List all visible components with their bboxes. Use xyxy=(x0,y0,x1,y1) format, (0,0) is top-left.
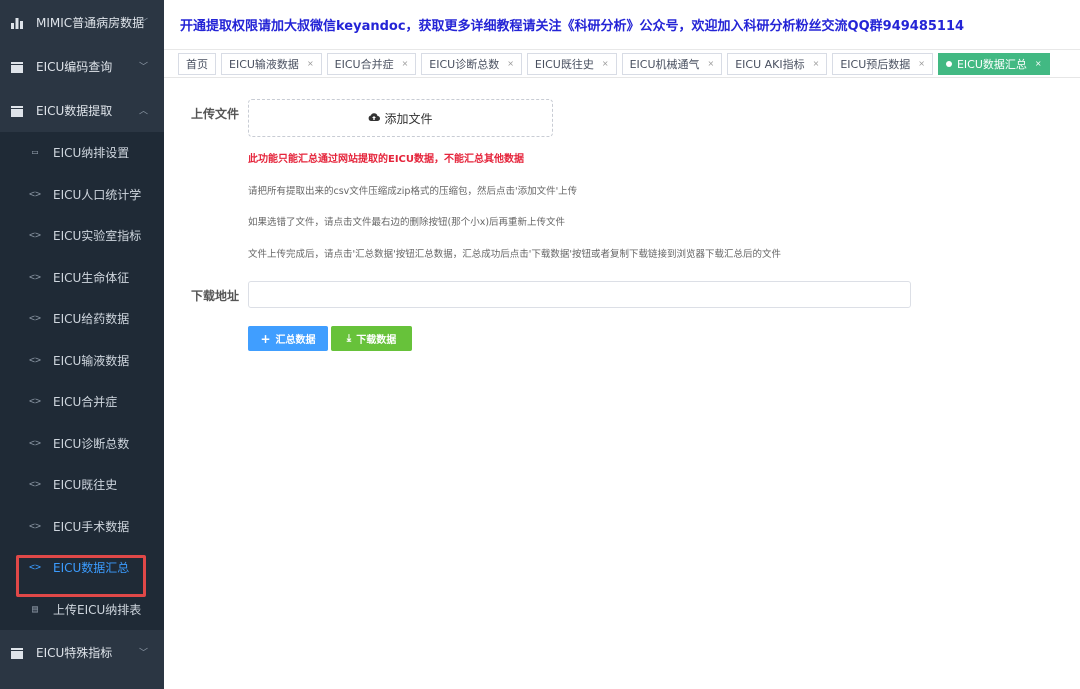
sidebar-item-history[interactable]: <> EICU既往史 xyxy=(0,464,164,506)
chevron-up-icon: ︿ xyxy=(138,106,148,117)
folder-icon xyxy=(10,645,24,659)
download-label: 下载地址 xyxy=(191,289,240,303)
sidebar-item-data-summary[interactable]: <> EICU数据汇总 xyxy=(0,547,164,589)
tab-prognosis[interactable]: EICU预后数据 × xyxy=(832,52,933,75)
close-icon[interactable]: × xyxy=(708,59,715,68)
sidebar-group-eicu-code[interactable]: EICU编码查询 ﹀ xyxy=(0,44,164,88)
sidebar-item-medication[interactable]: <> EICU给药数据 xyxy=(0,298,164,340)
add-file-button[interactable]: 添加文件 xyxy=(248,99,553,137)
close-icon[interactable]: × xyxy=(1035,59,1042,68)
close-icon[interactable]: × xyxy=(402,59,409,68)
tab-label: EICU合并症 xyxy=(334,57,394,71)
download-url-input[interactable] xyxy=(248,281,911,308)
sidebar-item-infusion[interactable]: <> EICU输液数据 xyxy=(0,340,164,382)
close-icon[interactable]: × xyxy=(307,59,314,68)
tab-ventilation[interactable]: EICU机械通气 × xyxy=(621,52,723,75)
tab-infusion[interactable]: EICU输液数据 × xyxy=(221,52,322,75)
tab-comorbidity[interactable]: EICU合并症 × xyxy=(326,52,417,75)
sidebar-group-label: EICU特殊指标 xyxy=(36,645,113,660)
sidebar-group-label: MIMIC普通病房数据 xyxy=(36,15,145,30)
sidebar-item-label: EICU合并症 xyxy=(53,395,118,410)
hint-text-3: 文件上传完成后，请点击'汇总数据'按钮汇总数据，汇总成功后点击'下载数据'按钮或… xyxy=(248,249,781,260)
cloud-upload-icon xyxy=(368,112,381,125)
tab-data-summary[interactable]: EICU数据汇总 × xyxy=(937,52,1050,75)
sidebar-item-label: EICU诊断总数 xyxy=(53,436,130,451)
upload-label: 上传文件 xyxy=(191,107,240,121)
download-label-text: 下载数据 xyxy=(356,335,397,346)
sidebar-item-diagnosis-count[interactable]: <> EICU诊断总数 xyxy=(0,423,164,465)
tab-aki[interactable]: EICU AKI指标 × xyxy=(727,52,828,75)
sidebar-item-label: EICU数据汇总 xyxy=(53,561,130,576)
sidebar-item-label: EICU手术数据 xyxy=(53,519,130,534)
sidebar-item-label: EICU人口统计学 xyxy=(53,187,142,202)
code-icon: <> xyxy=(28,479,42,491)
notice-banner: 开通提取权限请加大叔微信keyandoc，获取更多详细教程请关注《科研分析》公众… xyxy=(164,0,1080,50)
active-dot-icon xyxy=(945,60,952,67)
tab-label: EICU机械通气 xyxy=(629,57,700,71)
folder-icon xyxy=(10,59,24,73)
tab-home[interactable]: 首页 xyxy=(178,52,216,75)
sidebar-item-vital-signs[interactable]: <> EICU生命体征 xyxy=(0,257,164,299)
sidebar-group-eicu-special[interactable]: EICU特殊指标 ﹀ xyxy=(0,630,164,674)
sidebar: MIMIC普通病房数据 ﹀ EICU编码查询 ﹀ EICU数据提取 ︿ ▭ EI… xyxy=(0,0,164,689)
summarize-button[interactable]: + 汇总数据 xyxy=(248,326,328,351)
chevron-down-icon: ﹀ xyxy=(138,648,148,659)
download-icon: ⤓ xyxy=(346,333,352,344)
folder-icon xyxy=(10,103,24,117)
code-icon: <> xyxy=(28,188,42,200)
tab-label: EICU AKI指标 xyxy=(735,57,805,71)
sidebar-item-surgery[interactable]: <> EICU手术数据 xyxy=(0,506,164,548)
tab-label: EICU诊断总数 xyxy=(429,57,500,71)
sidebar-item-label: EICU既往史 xyxy=(53,478,118,493)
sidebar-item-label: EICU实验室指标 xyxy=(53,229,142,244)
close-icon[interactable]: × xyxy=(507,59,514,68)
sidebar-group-mimic[interactable]: MIMIC普通病房数据 ﹀ xyxy=(0,0,164,44)
tab-label: EICU数据汇总 xyxy=(956,57,1027,71)
add-file-label: 添加文件 xyxy=(384,111,433,126)
hint-text-2: 如果选错了文件，请点击文件最右边的删除按钮(那个小x)后再重新上传文件 xyxy=(248,217,566,228)
code-icon: <> xyxy=(28,354,42,366)
sidebar-submenu: ▭ EICU纳排设置 <> EICU人口统计学 <> EICU实验室指标 <> … xyxy=(0,132,164,630)
bar-chart-icon xyxy=(10,15,24,29)
close-icon[interactable]: × xyxy=(602,59,609,68)
sidebar-item-label: EICU输液数据 xyxy=(53,353,130,368)
code-icon: <> xyxy=(28,437,42,449)
sidebar-item-label: EICU生命体征 xyxy=(53,270,130,285)
code-icon: <> xyxy=(28,520,42,532)
sidebar-group-label: EICU数据提取 xyxy=(36,103,113,118)
sidebar-item-label: EICU给药数据 xyxy=(53,312,130,327)
sidebar-item-demographics[interactable]: <> EICU人口统计学 xyxy=(0,174,164,216)
hint-text-1: 请把所有提取出来的csv文件压缩成zip格式的压缩包，然后点击'添加文件'上传 xyxy=(248,186,578,197)
tab-diagnosis-count[interactable]: EICU诊断总数 × xyxy=(421,52,522,75)
tab-bar: 首页 EICU输液数据 × EICU合并症 × EICU诊断总数 × EICU既… xyxy=(164,50,1080,78)
sidebar-item-label: 上传EICU纳排表 xyxy=(53,602,142,617)
chevron-down-icon: ﹀ xyxy=(138,62,148,73)
summarize-label: 汇总数据 xyxy=(275,335,316,346)
sidebar-item-comorbidity[interactable]: <> EICU合并症 xyxy=(0,381,164,423)
monitor-icon: ▭ xyxy=(31,147,39,159)
plus-icon: + xyxy=(260,331,271,346)
tab-label: EICU输液数据 xyxy=(229,57,299,71)
tab-label: EICU既往史 xyxy=(534,57,594,71)
chevron-down-icon: ﹀ xyxy=(138,18,148,29)
code-icon: <> xyxy=(28,562,42,574)
code-icon: <> xyxy=(28,396,42,408)
tab-label: 首页 xyxy=(186,57,208,71)
sidebar-item-upload-inclusion-table[interactable]: ▤ 上传EICU纳排表 xyxy=(0,589,164,631)
warning-text: 此功能只能汇总通过网站提取的EICU数据，不能汇总其他数据 xyxy=(248,154,525,165)
sidebar-item-lab-indicators[interactable]: <> EICU实验室指标 xyxy=(0,215,164,257)
sidebar-item-label: EICU纳排设置 xyxy=(53,146,130,161)
code-icon: <> xyxy=(28,230,42,242)
sidebar-group-eicu-extract[interactable]: EICU数据提取 ︿ xyxy=(0,88,164,132)
tab-label: EICU预后数据 xyxy=(840,57,911,71)
document-icon: ▤ xyxy=(31,603,39,615)
download-button[interactable]: ⤓ 下载数据 xyxy=(331,326,412,351)
sidebar-group-label: EICU编码查询 xyxy=(36,59,113,74)
close-icon[interactable]: × xyxy=(813,59,820,68)
code-icon: <> xyxy=(28,271,42,283)
sidebar-item-inclusion-settings[interactable]: ▭ EICU纳排设置 xyxy=(0,132,164,174)
code-icon: <> xyxy=(28,313,42,325)
tab-history[interactable]: EICU既往史 × xyxy=(526,52,617,75)
close-icon[interactable]: × xyxy=(918,59,925,68)
